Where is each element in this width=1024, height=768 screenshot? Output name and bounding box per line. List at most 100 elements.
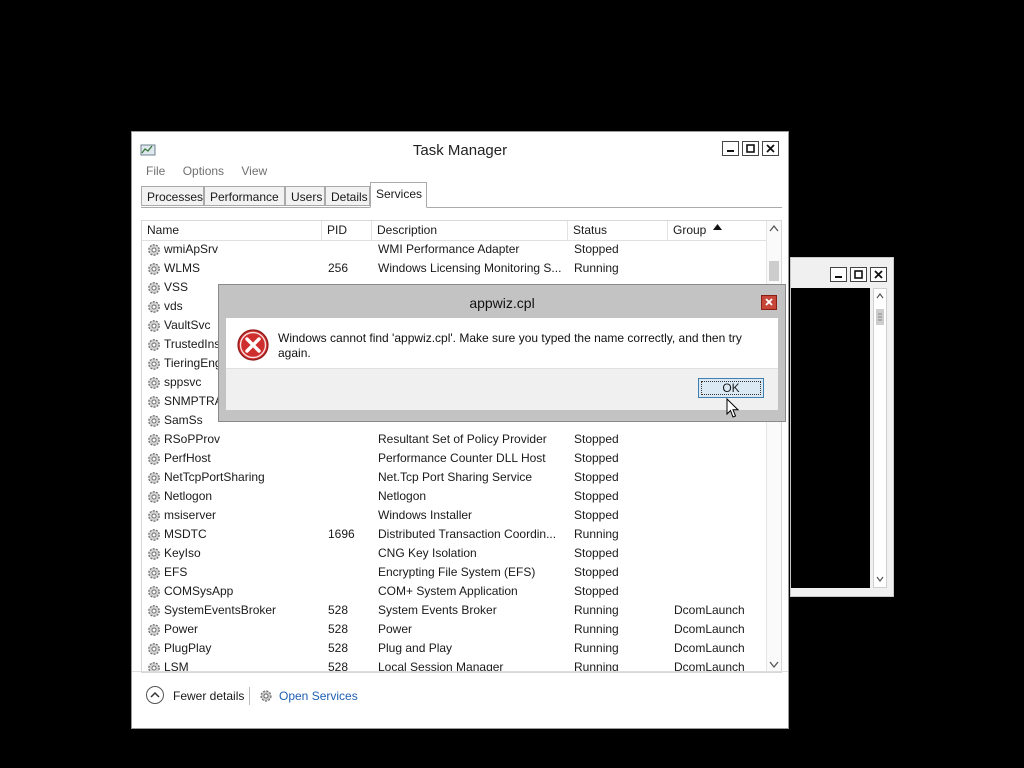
dialog-close-button[interactable] bbox=[761, 295, 777, 310]
service-description: Encrypting File System (EFS) bbox=[378, 565, 536, 579]
service-gear-icon bbox=[148, 244, 160, 256]
maximize-button[interactable] bbox=[850, 267, 867, 282]
column-header-description[interactable]: Description bbox=[372, 221, 568, 240]
table-row[interactable]: WLMS 256 Windows Licensing Monitoring S...… bbox=[142, 259, 767, 278]
error-icon bbox=[237, 329, 269, 361]
service-name: NetTcpPortSharing bbox=[164, 470, 265, 484]
table-row[interactable]: msiserver Windows Installer Stopped bbox=[142, 506, 767, 525]
tab-services[interactable]: Services bbox=[370, 182, 427, 208]
service-status: Stopped bbox=[574, 470, 619, 484]
table-row[interactable]: KeyIso CNG Key Isolation Stopped bbox=[142, 544, 767, 563]
focus-rectangle bbox=[701, 381, 761, 395]
service-status: Stopped bbox=[574, 451, 619, 465]
service-status: Running bbox=[574, 527, 619, 541]
service-status: Running bbox=[574, 641, 619, 655]
table-row[interactable]: PlugPlay 528 Plug and Play Running DcomLaunc… bbox=[142, 639, 767, 658]
table-row[interactable]: NetTcpPortSharing Net.Tcp Port Sharing Se… bbox=[142, 468, 767, 487]
open-services-label: Open Services bbox=[279, 689, 358, 703]
tab-performance[interactable]: Performance bbox=[204, 186, 285, 206]
table-row[interactable]: RSoPProv Resultant Set of Policy Provider… bbox=[142, 430, 767, 449]
service-name: COMSysApp bbox=[164, 584, 234, 598]
table-row[interactable]: MSDTC 1696 Distributed Transaction Coordin… bbox=[142, 525, 767, 544]
service-gear-icon bbox=[148, 510, 160, 522]
column-header-group[interactable]: Group bbox=[668, 221, 767, 240]
table-row[interactable]: EFS Encrypting File System (EFS) Stopped bbox=[142, 563, 767, 582]
service-description: Plug and Play bbox=[378, 641, 453, 655]
service-status: Stopped bbox=[574, 432, 619, 446]
service-gear-icon bbox=[148, 453, 160, 465]
close-button[interactable] bbox=[762, 141, 779, 156]
tab-details[interactable]: Details bbox=[325, 186, 370, 206]
task-manager-window: Task Manager File Options View Processes… bbox=[131, 131, 789, 729]
scroll-down-icon[interactable] bbox=[767, 656, 781, 672]
minimize-button[interactable] bbox=[830, 267, 847, 282]
table-row[interactable]: SystemEventsBroker 528 System Events Broke… bbox=[142, 601, 767, 620]
service-gear-icon bbox=[148, 529, 160, 541]
minimize-button[interactable] bbox=[722, 141, 739, 156]
background-window-scrollbar[interactable] bbox=[873, 288, 887, 588]
service-group: DcomLaunch bbox=[674, 622, 745, 636]
maximize-button[interactable] bbox=[742, 141, 759, 156]
service-pid: 528 bbox=[328, 622, 349, 636]
service-pid: 528 bbox=[328, 603, 349, 617]
service-gear-icon bbox=[148, 263, 160, 275]
ok-button[interactable]: OK bbox=[698, 378, 764, 398]
service-description: Windows Installer bbox=[378, 508, 473, 522]
dialog-body: Windows cannot find 'appwiz.cpl'. Make s… bbox=[226, 318, 778, 410]
footer-divider bbox=[249, 687, 250, 705]
menu-bar: File Options View bbox=[146, 164, 281, 178]
window-title: Task Manager bbox=[412, 142, 508, 159]
service-status: Stopped bbox=[574, 242, 619, 256]
chevron-up-icon bbox=[146, 686, 164, 704]
tab-users[interactable]: Users bbox=[285, 186, 325, 206]
service-group: DcomLaunch bbox=[674, 641, 745, 655]
service-description: Netlogon bbox=[378, 489, 427, 503]
close-button[interactable] bbox=[870, 267, 887, 282]
mouse-cursor-icon bbox=[726, 398, 740, 418]
service-status: Stopped bbox=[574, 508, 619, 522]
service-gear-icon bbox=[148, 624, 160, 636]
service-status: Running bbox=[574, 261, 619, 275]
service-status: Running bbox=[574, 603, 619, 617]
tab-processes[interactable]: Processes bbox=[141, 186, 204, 206]
service-name: msiserver bbox=[164, 508, 217, 522]
sort-ascending-icon bbox=[713, 224, 722, 230]
service-description: Performance Counter DLL Host bbox=[378, 451, 546, 465]
service-status: Running bbox=[574, 622, 619, 636]
table-row[interactable]: wmiApSrv WMI Performance Adapter Stopped bbox=[142, 240, 767, 259]
service-gear-icon bbox=[148, 472, 160, 484]
menu-file[interactable]: File bbox=[146, 164, 165, 178]
menu-view[interactable]: View bbox=[241, 164, 267, 178]
service-gear-icon bbox=[148, 434, 160, 446]
service-description: CNG Key Isolation bbox=[378, 546, 477, 560]
scroll-up-icon[interactable] bbox=[767, 221, 781, 237]
service-gear-icon bbox=[148, 491, 160, 503]
service-name: Power bbox=[164, 622, 199, 636]
scrollbar-thumb[interactable] bbox=[769, 261, 779, 281]
service-name: PlugPlay bbox=[164, 641, 212, 655]
service-group: DcomLaunch bbox=[674, 603, 745, 617]
menu-options[interactable]: Options bbox=[183, 164, 224, 178]
open-services-link[interactable]: Open Services bbox=[258, 686, 358, 706]
services-gear-icon bbox=[260, 690, 272, 702]
service-name: PerfHost bbox=[164, 451, 211, 465]
footer: Fewer details Open Services bbox=[132, 671, 788, 728]
service-description: Distributed Transaction Coordin... bbox=[378, 527, 557, 541]
table-row[interactable]: COMSysApp COM+ System Application Stopped bbox=[142, 582, 767, 601]
service-gear-icon bbox=[148, 548, 160, 560]
dialog-title: appwiz.cpl bbox=[469, 295, 535, 311]
column-header-status[interactable]: Status bbox=[568, 221, 668, 240]
service-gear-icon bbox=[148, 320, 160, 332]
service-status: Stopped bbox=[574, 584, 619, 598]
service-description: Resultant Set of Policy Provider bbox=[378, 432, 547, 446]
table-row[interactable]: Netlogon Netlogon Stopped bbox=[142, 487, 767, 506]
service-gear-icon bbox=[148, 339, 160, 351]
column-header-group-label: Group bbox=[673, 223, 707, 237]
table-row[interactable]: Power 528 Power Running DcomLaunch bbox=[142, 620, 767, 639]
column-header-pid[interactable]: PID bbox=[322, 221, 372, 240]
service-gear-icon bbox=[148, 396, 160, 408]
column-header-name[interactable]: Name bbox=[142, 221, 322, 240]
table-row[interactable]: PerfHost Performance Counter DLL Host Stop… bbox=[142, 449, 767, 468]
service-name: RSoPProv bbox=[164, 432, 221, 446]
service-name: WLMS bbox=[164, 261, 200, 275]
